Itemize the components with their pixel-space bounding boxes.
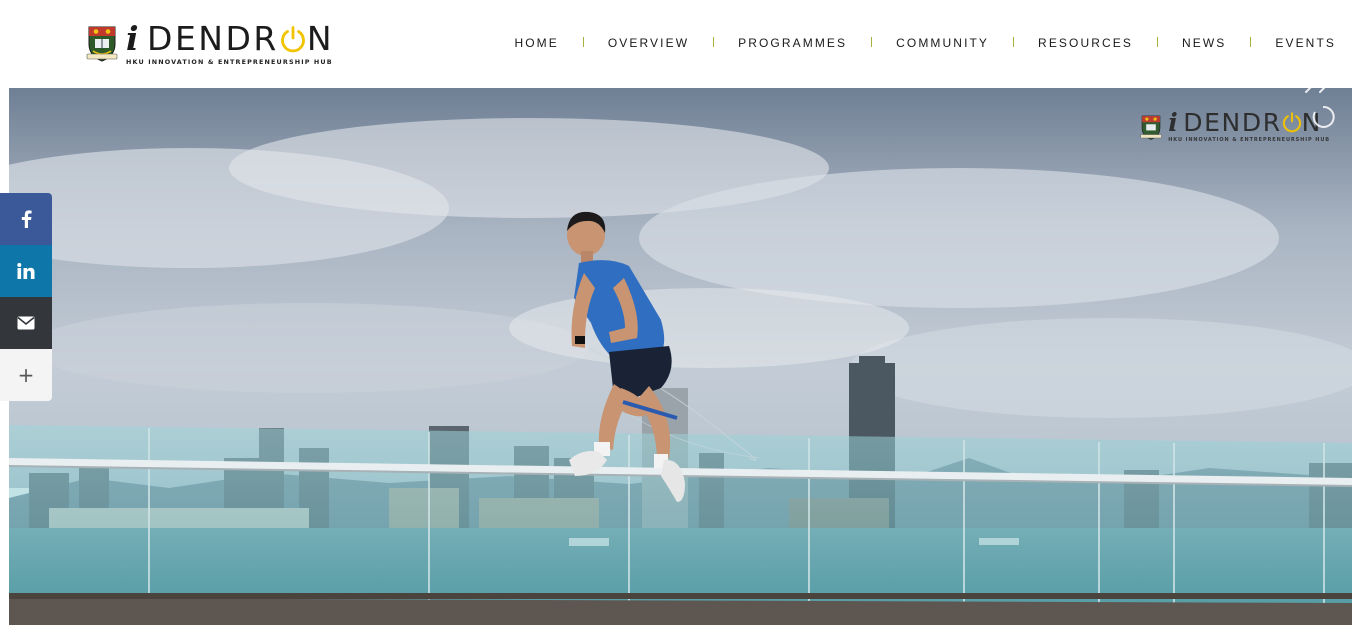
plus-icon: +: [17, 363, 35, 387]
nav-separator: [871, 37, 873, 47]
hero-watermark-logo: i DENDR N HKU INNOVATION & ENTREPRENEURS…: [1140, 110, 1330, 143]
watermark-word: DENDR: [1183, 108, 1282, 137]
expand-icon[interactable]: [1304, 88, 1330, 94]
nav-separator: [713, 37, 715, 47]
power-icon: [280, 25, 306, 53]
hero-scene-image: [9, 88, 1352, 625]
logo-tagline: HKU INNOVATION & ENTREPRENEURSHIP HUB: [126, 58, 333, 66]
nav-home[interactable]: HOME: [514, 36, 558, 50]
site-header: i DENDR N HKU INNOVATION & ENTREPRENEURS…: [0, 0, 1360, 88]
linkedin-icon: [17, 263, 35, 279]
nav-events[interactable]: EVENTS: [1275, 36, 1336, 50]
watermark-tagline: HKU INNOVATION & ENTREPRENEURSHIP HUB: [1168, 137, 1330, 143]
share-email-button[interactable]: [0, 297, 52, 349]
social-share-bar: +: [0, 193, 52, 401]
watermark-i: i: [1168, 108, 1180, 137]
nav-news[interactable]: NEWS: [1182, 36, 1226, 50]
nav-programmes[interactable]: PROGRAMMES: [738, 36, 847, 50]
email-icon: [17, 316, 35, 330]
logo-word: DENDR: [147, 19, 279, 58]
nav-separator: [582, 37, 584, 47]
facebook-icon: [21, 210, 32, 228]
site-logo[interactable]: i DENDR N HKU INNOVATION & ENTREPRENEURS…: [86, 22, 346, 68]
main-nav: HOME OVERVIEW PROGRAMMES COMMUNITY RESOU…: [514, 36, 1336, 50]
share-facebook-button[interactable]: [0, 193, 52, 245]
hku-crest-icon: [86, 26, 118, 62]
share-linkedin-button[interactable]: [0, 245, 52, 297]
logo-i: i: [126, 19, 142, 58]
loading-spinner-icon: [1312, 105, 1335, 128]
nav-separator: [1250, 37, 1252, 47]
hero-video[interactable]: i DENDR N HKU INNOVATION & ENTREPRENEURS…: [9, 88, 1352, 625]
nav-separator: [1013, 37, 1015, 47]
logo-word-end: N: [306, 19, 335, 58]
nav-separator: [1156, 37, 1158, 47]
nav-resources[interactable]: RESOURCES: [1038, 36, 1133, 50]
hku-crest-icon: [1140, 115, 1162, 140]
share-more-button[interactable]: +: [0, 349, 52, 401]
power-icon: [1282, 112, 1302, 133]
nav-community[interactable]: COMMUNITY: [896, 36, 989, 50]
nav-overview[interactable]: OVERVIEW: [608, 36, 689, 50]
